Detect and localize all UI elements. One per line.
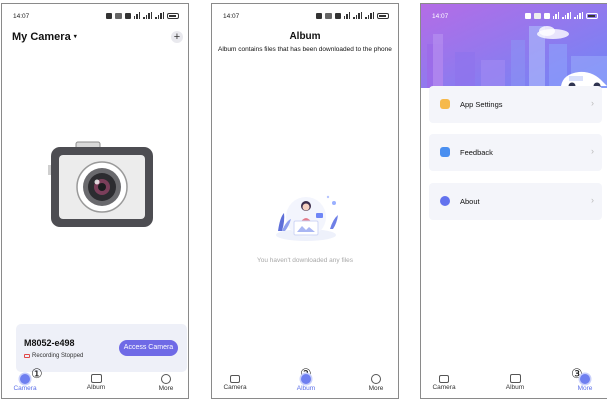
device-name: M8052-e498: [24, 338, 75, 348]
tab-bar: Camera Album More: [421, 372, 607, 398]
tab-label: Album: [296, 385, 316, 392]
menu-item-label: About: [460, 197, 480, 206]
add-camera-button[interactable]: +: [171, 31, 183, 43]
nfc-icon: [524, 12, 531, 19]
camera-selector[interactable]: My Camera ▾: [12, 31, 77, 43]
camera-screen: 14:07 My Camera ▾ + M8052-e498 Recording …: [1, 3, 189, 399]
tab-label: Camera: [432, 384, 456, 391]
menu-item-feedback[interactable]: Feedback ›: [429, 134, 602, 171]
album-description: Album contains files that has been downl…: [218, 46, 392, 53]
status-time: 14:07: [223, 13, 240, 20]
nfc-icon: [105, 12, 112, 19]
more-icon: [371, 374, 381, 384]
tab-label: More: [158, 385, 174, 392]
tab-more[interactable]: More: [356, 374, 396, 392]
chevron-right-icon: ›: [591, 98, 594, 108]
battery-icon: [377, 12, 389, 19]
signal-icon-2: [365, 12, 374, 19]
tab-album[interactable]: Album: [495, 374, 535, 391]
video-camera-icon: [439, 375, 449, 383]
tab-camera[interactable]: Camera: [5, 374, 45, 392]
speed-icon: [114, 12, 122, 19]
battery-icon: [167, 12, 179, 19]
chevron-right-icon: ›: [591, 146, 594, 156]
tab-bar: Camera Album More: [2, 372, 188, 398]
wifi-icon: [343, 12, 350, 19]
more-screen: 14:07 App Settings › Feedback › About › …: [420, 3, 607, 399]
signal-icon: [353, 12, 362, 19]
tab-bar: Camera Album More: [212, 372, 398, 398]
menu-item-label: Feedback: [460, 148, 493, 157]
speed-icon: [324, 12, 332, 19]
chevron-right-icon: ›: [591, 195, 594, 205]
video-camera-icon: [24, 354, 30, 358]
album-screen: 14:07 Album Album contains files that ha…: [211, 3, 399, 399]
signal-icon-2: [155, 12, 164, 19]
hd-icon: [543, 12, 550, 19]
chevron-down-icon: ▾: [73, 34, 77, 40]
battery-icon: [586, 12, 598, 19]
tab-label: More: [368, 385, 384, 392]
status-bar: 14:07: [2, 12, 188, 22]
hd-icon: [124, 12, 131, 19]
status-icons: [524, 12, 598, 19]
tab-more[interactable]: More: [565, 374, 605, 392]
recording-status-text: Recording Stopped: [32, 353, 84, 359]
signal-icon: [562, 12, 571, 19]
tab-camera[interactable]: Camera: [424, 374, 464, 391]
tab-label: Album: [86, 384, 106, 391]
info-icon: [440, 196, 450, 206]
status-icons: [105, 12, 179, 19]
status-bar: 14:07: [212, 12, 398, 22]
tab-label: Album: [505, 384, 525, 391]
menu-item-label: App Settings: [460, 100, 503, 109]
speed-icon: [533, 12, 541, 19]
camera-illustration-icon: [48, 141, 153, 227]
status-icons: [315, 12, 389, 19]
settings-icon: [440, 99, 450, 109]
tab-label: Camera: [13, 385, 37, 392]
menu-item-app-settings[interactable]: App Settings ›: [429, 86, 602, 123]
page-title: Album: [289, 31, 321, 42]
album-icon: [90, 374, 102, 383]
device-card: M8052-e498 Recording Stopped Access Came…: [16, 324, 187, 372]
more-icon: [161, 374, 171, 384]
tab-album[interactable]: Album: [76, 374, 116, 391]
status-time: 14:07: [13, 13, 30, 20]
tab-album[interactable]: Album: [286, 374, 326, 392]
page-title: My Camera: [12, 31, 71, 43]
signal-icon-2: [574, 12, 583, 19]
camera-tab-icon: [20, 374, 30, 384]
signal-icon: [143, 12, 152, 19]
album-icon: [509, 374, 521, 383]
album-tab-icon: [301, 374, 311, 384]
tab-label: Camera: [223, 384, 247, 391]
video-camera-icon: [230, 375, 240, 383]
more-tab-icon: [580, 374, 590, 384]
menu-item-about[interactable]: About ›: [429, 183, 602, 220]
tab-label: More: [577, 385, 593, 392]
tab-camera[interactable]: Camera: [215, 374, 255, 391]
access-camera-button[interactable]: Access Camera: [119, 340, 178, 356]
hd-icon: [334, 12, 341, 19]
wifi-icon: [552, 12, 559, 19]
empty-state-text: You haven't downloaded any files: [256, 257, 354, 264]
recording-status: Recording Stopped: [24, 353, 83, 359]
feedback-icon: [440, 147, 450, 157]
nfc-icon: [315, 12, 322, 19]
wifi-icon: [133, 12, 140, 19]
status-time: 14:07: [432, 13, 449, 20]
empty-album-illustration-icon: [276, 195, 338, 241]
status-bar: 14:07: [421, 12, 607, 22]
tab-more[interactable]: More: [146, 374, 186, 392]
